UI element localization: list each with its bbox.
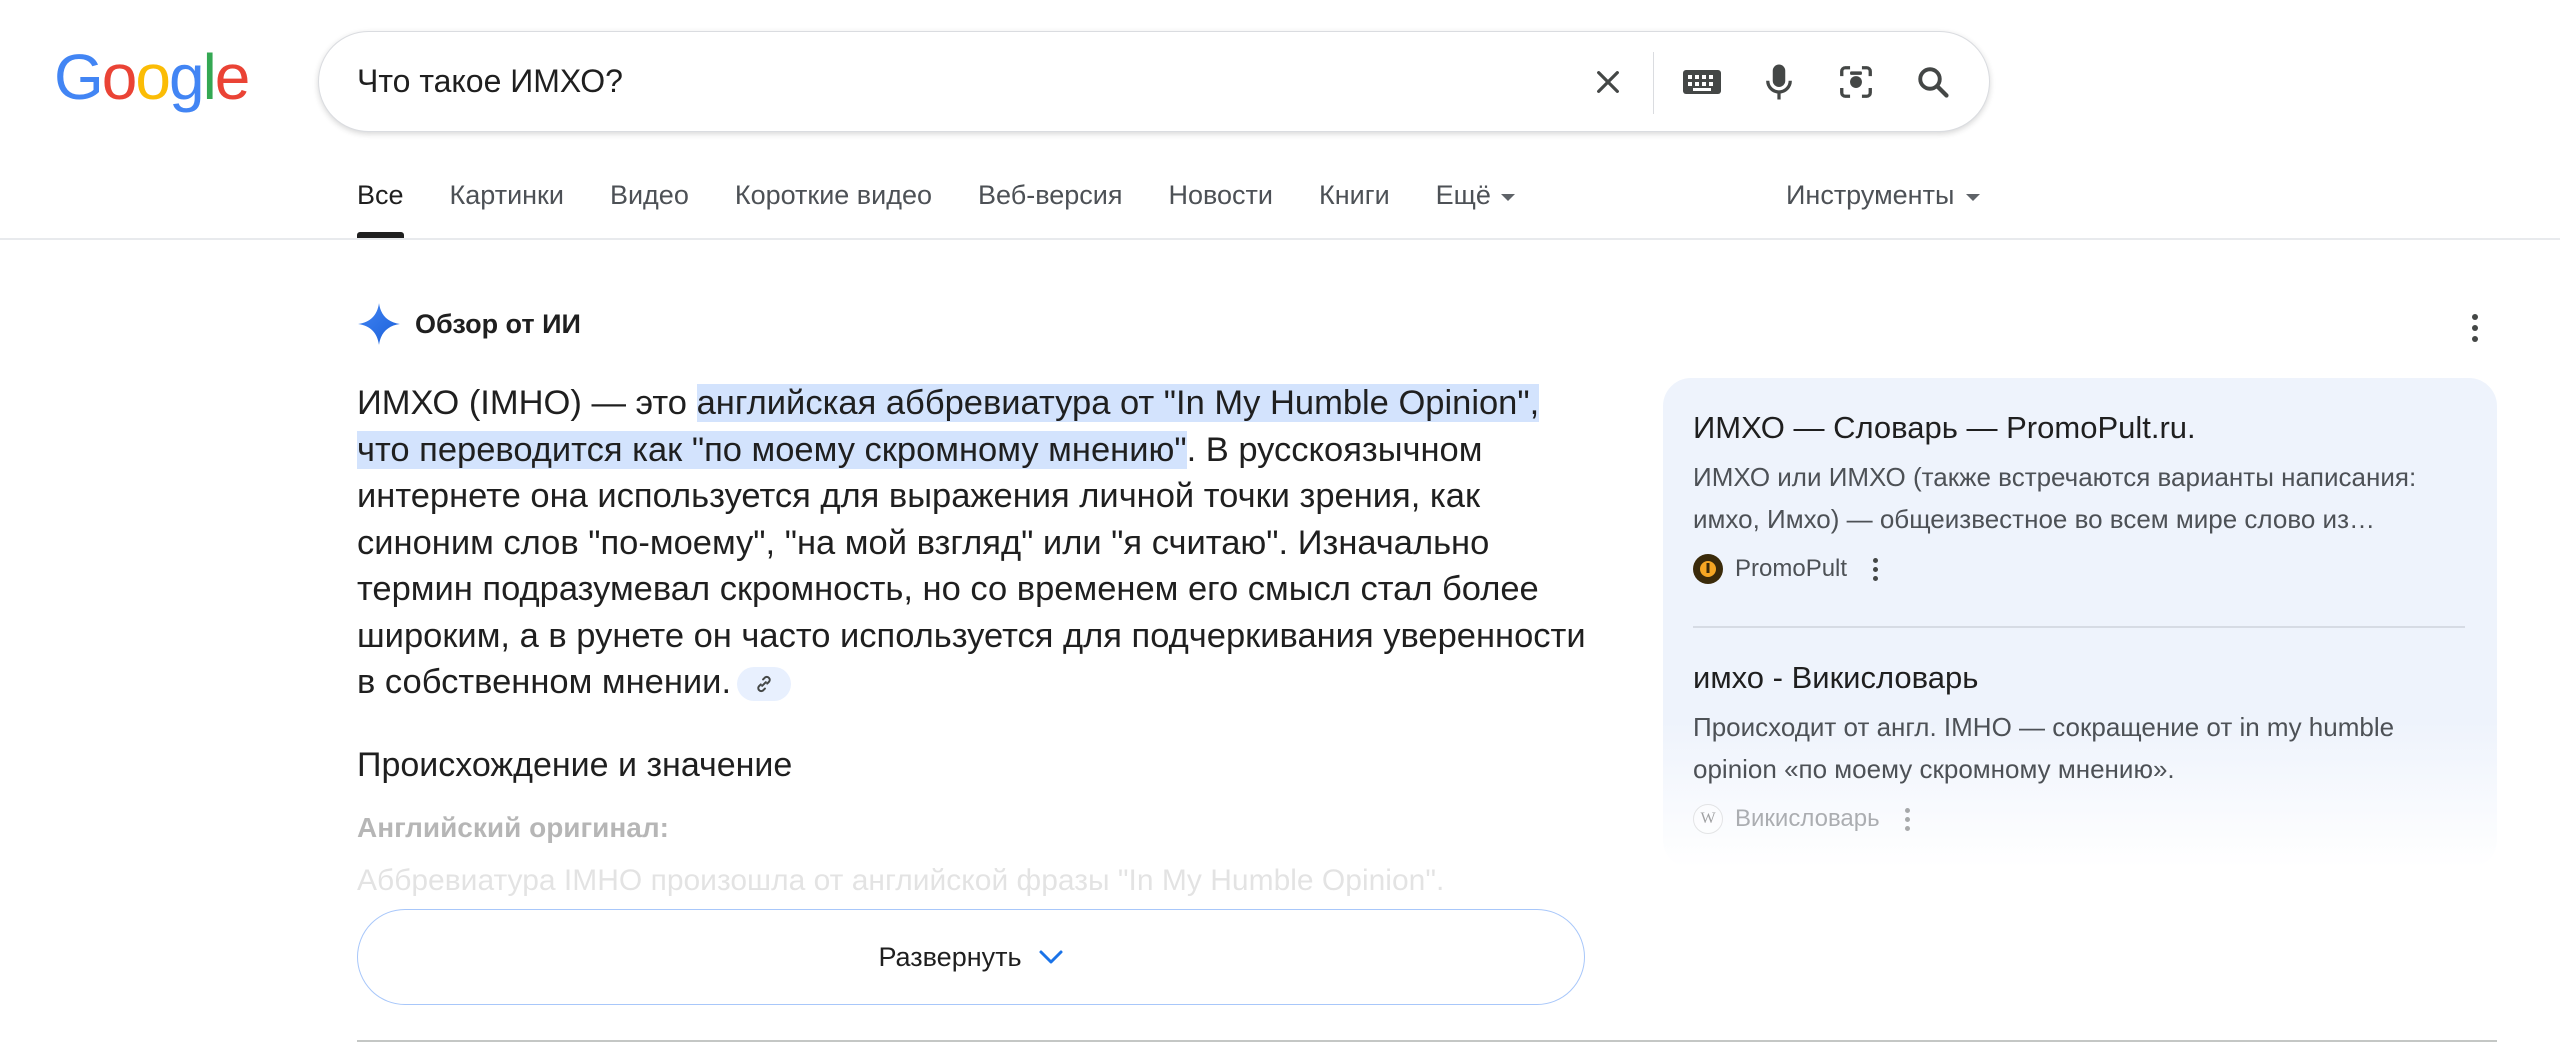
camera-lens-icon[interactable] <box>1834 60 1878 104</box>
tab-short-videos[interactable]: Короткие видео <box>735 176 932 238</box>
ai-rest: . В русскоязычном интернете она использу… <box>357 430 1586 702</box>
tab-more-label: Ещё <box>1435 180 1491 210</box>
keyboard-icon[interactable] <box>1680 60 1724 104</box>
promopult-favicon-icon <box>1693 554 1723 584</box>
search-icon[interactable] <box>1911 60 1955 104</box>
ai-overview-text: ИМХО (IMHO) — это английская аббревиатур… <box>357 380 1587 706</box>
more-vert-icon[interactable] <box>1863 554 1887 584</box>
sparkle-icon <box>358 303 400 345</box>
link-icon[interactable] <box>737 666 792 701</box>
microphone-icon[interactable] <box>1757 60 1801 104</box>
close-icon[interactable] <box>1586 60 1630 104</box>
section-heading: Происхождение и значение <box>357 746 793 784</box>
bottom-divider <box>357 1040 2497 1042</box>
google-logo[interactable]: Google <box>54 45 250 109</box>
more-vert-icon[interactable] <box>2460 308 2490 348</box>
source-title[interactable]: имхо - Викисловарь <box>1693 660 2473 696</box>
source-divider <box>1693 626 2465 628</box>
tools-label: Инструменты <box>1786 180 1955 210</box>
header-divider <box>0 238 2560 240</box>
ai-overview-header: Обзор от ИИ <box>357 302 581 346</box>
source-snippet: ИМХО или ИМХО (также встречаются вариант… <box>1693 462 2417 534</box>
source-meta: PromoPult <box>1693 554 2473 584</box>
source-card[interactable]: ИМХО — Словарь — PromoPult.ru. ИМХО или … <box>1693 410 2473 584</box>
more-vert-icon[interactable] <box>1896 804 1920 834</box>
ai-intro: ИМХО (IMHO) — это <box>357 384 697 422</box>
tab-video[interactable]: Видео <box>610 176 689 238</box>
source-meta: W Викисловарь <box>1693 804 2473 834</box>
sources-panel: ИМХО — Словарь — PromoPult.ru. ИМХО или … <box>1663 378 2497 868</box>
caret-down-icon <box>1966 194 1981 201</box>
source-title[interactable]: ИМХО — Словарь — PromoPult.ru. <box>1693 410 2473 446</box>
search-box <box>318 31 1990 132</box>
tab-news[interactable]: Новости <box>1168 176 1273 238</box>
source-card[interactable]: имхо - Викисловарь Происходит от англ. I… <box>1693 660 2473 834</box>
source-snippet: Происходит от англ. IMHO — сокращение от… <box>1693 712 2395 784</box>
faded-heading: Английский оригинал: <box>357 812 669 843</box>
search-tabs: Все Картинки Видео Короткие видео Веб-ве… <box>357 176 1561 238</box>
ai-overview-title: Обзор от ИИ <box>415 308 581 339</box>
expand-button[interactable]: Развернуть <box>357 909 1585 1005</box>
faded-text: Аббревиатура IMHO произошла от английско… <box>357 864 1445 897</box>
tab-books[interactable]: Книги <box>1319 176 1390 238</box>
source-site: PromoPult <box>1735 555 1848 582</box>
search-divider <box>1653 52 1654 114</box>
faded-preview: Английский оригинал: Аббревиатура IMHO п… <box>357 812 1597 900</box>
expand-label: Развернуть <box>878 941 1022 972</box>
chevron-down-icon <box>1039 950 1063 964</box>
tab-all[interactable]: Все <box>357 176 404 238</box>
tab-images[interactable]: Картинки <box>450 176 564 238</box>
search-input[interactable] <box>357 32 1557 131</box>
tab-web[interactable]: Веб-версия <box>978 176 1122 238</box>
wiktionary-favicon-icon: W <box>1693 804 1723 834</box>
source-site: Викисловарь <box>1735 805 1880 832</box>
tab-more[interactable]: Ещё <box>1436 176 1515 238</box>
tools-button[interactable]: Инструменты <box>1786 180 1981 211</box>
caret-down-icon <box>1500 194 1515 201</box>
